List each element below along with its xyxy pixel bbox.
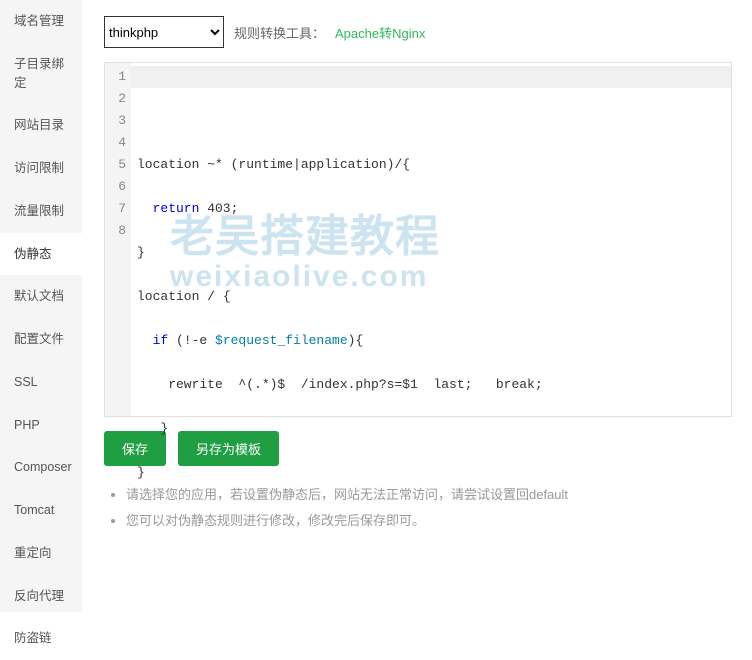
- sidebar-item-php[interactable]: PHP: [0, 404, 82, 447]
- code-line: }: [137, 418, 725, 440]
- main-panel: thinkphp 规则转换工具： Apache转Nginx 12345678 l…: [82, 0, 752, 612]
- code-line: location / {: [137, 286, 725, 308]
- sidebar-item-config-file[interactable]: 配置文件: [0, 318, 82, 361]
- sidebar-item-subdir[interactable]: 子目录绑定: [0, 43, 82, 105]
- tool-label: 规则转换工具：: [234, 23, 325, 42]
- code-line: if (!-e $request_filename){: [137, 330, 725, 352]
- code-editor[interactable]: 12345678 location ~* (runtime|applicatio…: [104, 62, 732, 417]
- line-gutter: 12345678: [105, 63, 131, 416]
- code-line: location ~* (runtime|application)/{: [137, 154, 725, 176]
- sidebar-item-domain[interactable]: 域名管理: [0, 0, 82, 43]
- sidebar-item-default-doc[interactable]: 默认文档: [0, 275, 82, 318]
- code-line: }: [137, 462, 725, 484]
- apache-to-nginx-link[interactable]: Apache转Nginx: [335, 23, 425, 42]
- sidebar-item-rewrite[interactable]: 伪静态: [0, 233, 82, 276]
- code-line: return 403;: [137, 198, 725, 220]
- sidebar-item-reverse-proxy[interactable]: 反向代理: [0, 575, 82, 618]
- sidebar-item-tomcat[interactable]: Tomcat: [0, 489, 82, 532]
- sidebar-item-antileech[interactable]: 防盗链: [0, 617, 82, 660]
- code-line: }: [137, 242, 725, 264]
- sidebar-item-access-limit[interactable]: 访问限制: [0, 147, 82, 190]
- sidebar-item-composer[interactable]: Composer: [0, 446, 82, 489]
- active-line-highlight: [131, 66, 731, 88]
- topbar: thinkphp 规则转换工具： Apache转Nginx: [104, 16, 734, 48]
- code-line: rewrite ^(.*)$ /index.php?s=$1 last; bre…: [137, 374, 725, 396]
- sidebar-item-traffic-limit[interactable]: 流量限制: [0, 190, 82, 233]
- sidebar-item-redirect[interactable]: 重定向: [0, 532, 82, 575]
- sidebar-item-ssl[interactable]: SSL: [0, 361, 82, 404]
- rewrite-template-select[interactable]: thinkphp: [104, 16, 224, 48]
- code-area[interactable]: location ~* (runtime|application)/{ retu…: [131, 63, 731, 416]
- sidebar-item-site-dir[interactable]: 网站目录: [0, 104, 82, 147]
- sidebar: 域名管理 子目录绑定 网站目录 访问限制 流量限制 伪静态 默认文档 配置文件 …: [0, 0, 82, 612]
